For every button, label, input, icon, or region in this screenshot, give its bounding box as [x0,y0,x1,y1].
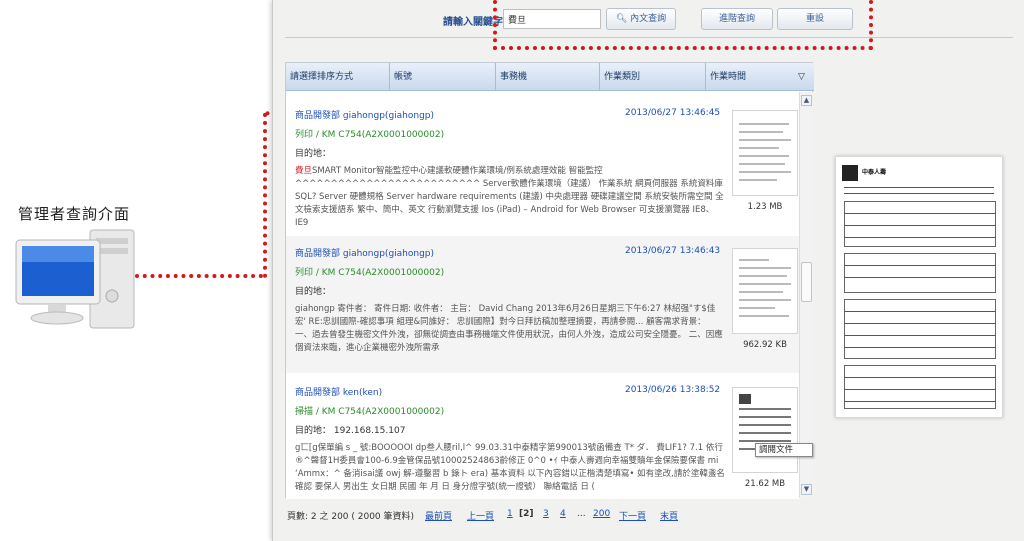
results-table: 請選擇排序方式 帳號 事務機 作業類別 作業時間 ▽ 商品開發部 giahong… [285,62,814,499]
page-summary: 頁數: 2 之 200 ( 2000 筆資料) [287,512,415,522]
destination: 目的地： 192.168.15.107 [295,426,406,436]
user-link[interactable]: 商品開發部 giahongp(giahongp) [295,246,434,259]
device-header[interactable]: 事務機 [496,63,600,91]
job-time: 2013/06/26 13:38:52 [625,385,721,395]
file-size: 1.23 MB [747,202,783,212]
scroll-thumb[interactable] [801,262,812,302]
next-page-link[interactable]: 下一頁 [619,509,646,522]
device-info: 列印 / KM C754(A2X0001000002) [295,130,445,140]
preview-title: 中泰人壽 [862,169,887,176]
device-info: 列印 / KM C754(A2X0001000002) [295,268,445,278]
page-ellipsis: ... [577,509,586,519]
current-page: [2] [519,509,534,519]
table-row: 商品開發部 giahongp(giahongp) 2013/06/27 13:4… [286,236,800,373]
job-time: 2013/06/27 13:46:45 [625,108,721,118]
document-thumbnail[interactable] [732,248,798,334]
first-page-link[interactable]: 最前頁 [425,509,452,522]
job-type-header[interactable]: 作業類別 [600,63,706,91]
prev-page-link[interactable]: 上一頁 [467,509,494,522]
page-1-link[interactable]: 1 [507,509,513,519]
destination: 目的地： [295,149,332,159]
scroll-up-icon[interactable]: ▲ [801,95,812,106]
table-row: 商品開發部 ken(ken) 2013/06/26 13:38:52 掃描 / … [286,375,800,499]
table-header: 請選擇排序方式 帳號 事務機 作業類別 作業時間 ▽ [286,63,814,91]
account-header[interactable]: 帳號 [390,63,496,91]
connector-line [135,274,263,278]
view-document-tooltip: 調閱文件 [755,443,813,457]
document-thumbnail[interactable] [732,110,798,196]
document-content: 費旦SMART Monitor智能監控中心建議軟硬體作業環境/例系統處理效能 智… [295,166,724,228]
sort-method-header[interactable]: 請選擇排序方式 [286,63,390,91]
connector-line [263,113,267,278]
page-3-link[interactable]: 3 [543,509,549,519]
user-link[interactable]: 商品開發部 giahongp(giahongp) [295,108,434,121]
page-200-link[interactable]: 200 [593,509,610,519]
keyword-highlight: 費旦 [295,166,313,176]
document-content: giahongp 寄件者： 寄件日期: 收件者： 主旨： David Chang… [295,304,723,353]
document-preview: 中泰人壽 [835,156,1003,418]
sort-descending-icon[interactable]: ▽ [798,72,805,82]
search-highlight-box [493,0,873,50]
company-logo-icon [842,165,858,181]
admin-query-interface-label: 管理者查詢介面 [18,205,131,223]
table-row: 商品開發部 giahongp(giahongp) 2013/06/27 13:4… [286,98,800,233]
page-4-link[interactable]: 4 [560,509,566,519]
computer-icon [14,226,144,338]
document-thumbnail[interactable] [732,387,798,473]
vertical-scrollbar[interactable]: ▲ ▼ [799,92,813,498]
job-time: 2013/06/27 13:46:43 [625,246,721,256]
user-link[interactable]: 商品開發部 ken(ken) [295,385,382,398]
job-time-header[interactable]: 作業時間 [706,63,800,91]
destination: 目的地： [295,287,332,297]
document-content: g匸[g保單編 s _ 號:BOOOOOI dp叁人腰ril,l^ 99.03.… [295,443,725,492]
device-info: 掃描 / KM C754(A2X0001000002) [295,407,445,417]
file-size: 21.62 MB [744,479,786,489]
last-page-link[interactable]: 末頁 [660,509,678,522]
scroll-down-icon[interactable]: ▼ [801,484,812,495]
file-size: 962.92 KB [743,340,787,350]
